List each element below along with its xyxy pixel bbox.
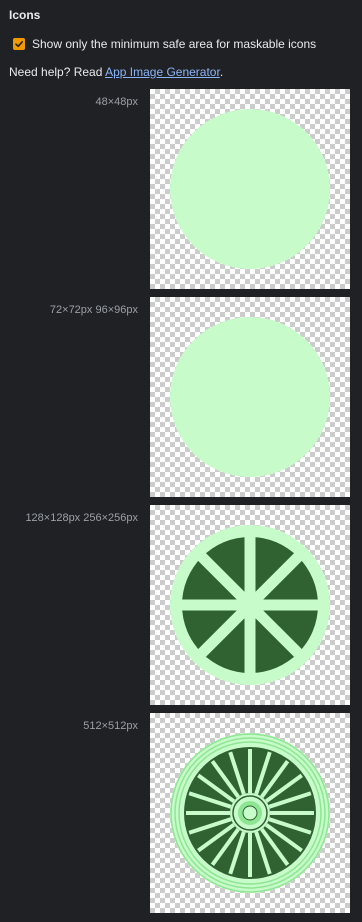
wheel-icon [170, 525, 330, 685]
maskable-safe-area-toggle[interactable]: Show only the minimum safe area for mask… [13, 37, 316, 51]
section-title: Icons [9, 8, 41, 22]
app-icon-image [170, 109, 330, 269]
app-icon-image [170, 317, 330, 477]
app-image-generator-link[interactable]: App Image Generator [105, 65, 220, 79]
help-prefix: Need help? Read [9, 65, 106, 79]
checkbox-checked-icon[interactable] [13, 38, 25, 50]
icon-size-label: 48×48px [95, 96, 138, 108]
icon-size-label: 512×512px [83, 720, 138, 732]
icon-preview [150, 89, 350, 289]
checkbox-label[interactable]: Show only the minimum safe area for mask… [32, 37, 316, 51]
wheel-icon [170, 733, 330, 893]
icon-preview [150, 713, 350, 913]
icon-preview [150, 505, 350, 705]
help-text: Need help? Read App Image Generator. [9, 65, 223, 79]
icon-size-label: 128×128px 256×256px [25, 512, 138, 524]
icon-preview [150, 297, 350, 497]
icon-size-label: 72×72px 96×96px [49, 304, 138, 316]
help-suffix: . [219, 65, 224, 79]
